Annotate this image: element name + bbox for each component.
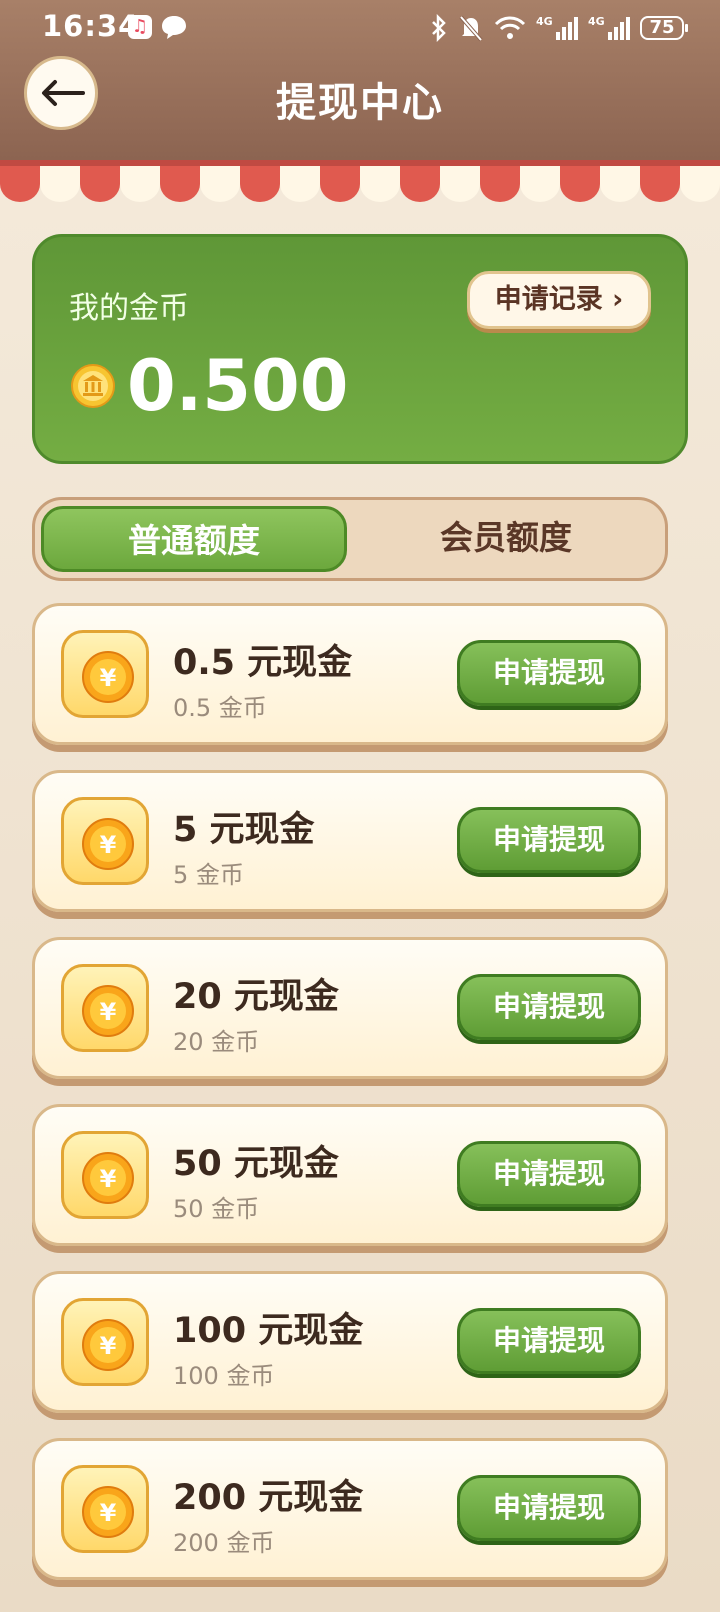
- balance-value: 0.500: [127, 345, 349, 427]
- yuan-coin-icon: ¥: [61, 1131, 149, 1219]
- yuan-coin-icon: ¥: [61, 1465, 149, 1553]
- withdraw-button[interactable]: 申请提现: [457, 1308, 641, 1374]
- header-bar: 16:34 ♫ 4G 4G 75 提现中心: [0, 0, 720, 166]
- svg-text:¥: ¥: [100, 1165, 117, 1193]
- awning-decoration: [0, 160, 720, 202]
- item-coin-cost: 200 金币: [173, 1529, 275, 1557]
- bluetooth-icon: [432, 14, 446, 42]
- item-coin-cost: 5 金币: [173, 861, 244, 889]
- application-record-button[interactable]: 申请记录 ›: [467, 271, 651, 329]
- signal-4g-icon: 4G: [536, 15, 578, 40]
- item-coin-cost: 20 金币: [173, 1028, 260, 1056]
- yuan-coin-icon: ¥: [61, 630, 149, 718]
- svg-text:¥: ¥: [100, 1332, 117, 1360]
- item-title: 0.5 元现金: [173, 643, 353, 683]
- withdraw-item: ¥ 200 元现金 200 金币 申请提现: [32, 1438, 668, 1580]
- status-time: 16:34: [42, 9, 140, 43]
- chat-app-icon: [162, 16, 186, 39]
- withdraw-button[interactable]: 申请提现: [457, 640, 641, 706]
- withdraw-item: ¥ 0.5 元现金 0.5 金币 申请提现: [32, 603, 668, 745]
- withdraw-button[interactable]: 申请提现: [457, 1141, 641, 1207]
- svg-text:¥: ¥: [100, 998, 117, 1026]
- item-title: 100 元现金: [173, 1311, 364, 1351]
- yuan-coin-icon: ¥: [61, 964, 149, 1052]
- item-title: 20 元现金: [173, 977, 339, 1017]
- balance-label: 我的金币: [69, 291, 189, 326]
- music-app-icon: ♫: [128, 15, 152, 39]
- withdraw-item: ¥ 50 元现金 50 金币 申请提现: [32, 1104, 668, 1246]
- tab-member-quota[interactable]: 会员额度: [353, 506, 659, 572]
- withdraw-item: ¥ 5 元现金 5 金币 申请提现: [32, 770, 668, 912]
- svg-text:¥: ¥: [100, 1499, 117, 1527]
- battery-indicator: 75: [640, 16, 688, 40]
- item-title: 5 元现金: [173, 810, 315, 850]
- item-coin-cost: 100 金币: [173, 1362, 275, 1390]
- yuan-coin-icon: ¥: [61, 797, 149, 885]
- item-title: 200 元现金: [173, 1478, 364, 1518]
- withdraw-button[interactable]: 申请提现: [457, 974, 641, 1040]
- wifi-icon: [494, 16, 526, 39]
- yuan-coin-icon: ¥: [61, 1298, 149, 1386]
- svg-text:¥: ¥: [100, 831, 117, 859]
- item-coin-cost: 50 金币: [173, 1195, 260, 1223]
- page-title: 提现中心: [276, 80, 444, 126]
- tab-normal-quota[interactable]: 普通额度: [41, 506, 347, 572]
- svg-text:4G: 4G: [588, 15, 605, 28]
- balance-card: 我的金币 0.500 申请记录 ›: [32, 234, 688, 464]
- withdraw-button[interactable]: 申请提现: [457, 807, 641, 873]
- item-coin-cost: 0.5 金币: [173, 694, 267, 722]
- status-bar: 16:34 ♫ 4G 4G 75: [0, 0, 720, 56]
- withdraw-item: ¥ 100 元现金 100 金币 申请提现: [32, 1271, 668, 1413]
- gold-coin-icon: [71, 364, 115, 408]
- item-title: 50 元现金: [173, 1144, 339, 1184]
- quota-tabs: 普通额度 会员额度: [32, 497, 668, 581]
- signal-4g-icon: 4G: [588, 15, 630, 40]
- withdraw-button[interactable]: 申请提现: [457, 1475, 641, 1541]
- withdraw-item: ¥ 20 元现金 20 金币 申请提现: [32, 937, 668, 1079]
- svg-text:¥: ¥: [100, 664, 117, 692]
- svg-text:4G: 4G: [536, 15, 553, 28]
- mute-bell-icon: [459, 15, 483, 42]
